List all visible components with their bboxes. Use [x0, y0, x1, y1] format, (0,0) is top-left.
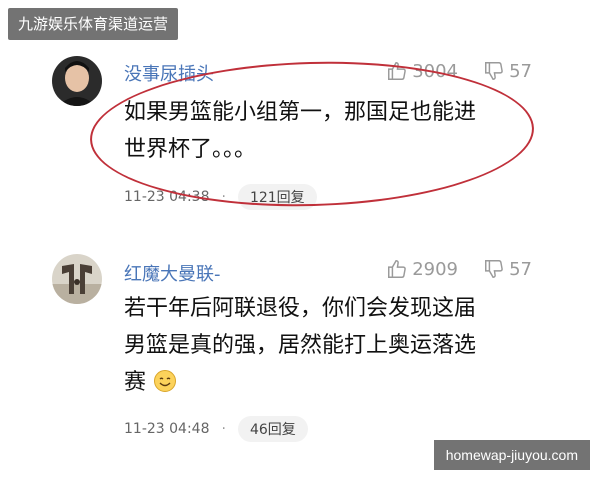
- timestamp: 11-23 04:48: [124, 421, 210, 437]
- comment-item: 红魔大曼联- 2909 57 若干年后阿联退役，你们会发现这届 男篮是真的强，居…: [0, 250, 600, 450]
- comment-text-fragment: 赛: [124, 370, 147, 395]
- avatar[interactable]: [52, 56, 102, 106]
- avatar[interactable]: [52, 254, 102, 304]
- like-button[interactable]: 2909: [386, 258, 458, 280]
- reply-count-button[interactable]: 46回复: [237, 416, 308, 442]
- watermark-top: 九游娱乐体育渠道运营: [8, 8, 179, 40]
- thumbs-down-icon: [485, 62, 503, 80]
- thumbs-down-icon: [485, 260, 503, 278]
- comment-text-line: 若干年后阿联退役，你们会发现这届: [124, 296, 477, 321]
- like-count: 2909: [412, 258, 458, 280]
- dislike-button[interactable]: 57: [483, 60, 532, 82]
- watermark-bottom: homewap-jiuyou.com: [433, 440, 590, 470]
- thumbs-up-icon: [388, 260, 407, 278]
- username[interactable]: 红魔大曼联-: [124, 260, 221, 286]
- comment-meta: 11-23 04:48 · 46回复: [124, 416, 308, 442]
- smile-emoji-icon: [154, 370, 177, 392]
- dislike-count: 57: [509, 60, 532, 82]
- comment-text-line: 男篮是真的强，居然能打上奥运落选: [124, 333, 477, 358]
- comment-text: 若干年后阿联退役，你们会发现这届 男篮是真的强，居然能打上奥运落选 赛: [124, 290, 534, 401]
- comment-text-line: 赛: [124, 364, 534, 401]
- dislike-button[interactable]: 57: [483, 258, 532, 280]
- separator-dot: ·: [221, 421, 226, 437]
- dislike-count: 57: [509, 258, 532, 280]
